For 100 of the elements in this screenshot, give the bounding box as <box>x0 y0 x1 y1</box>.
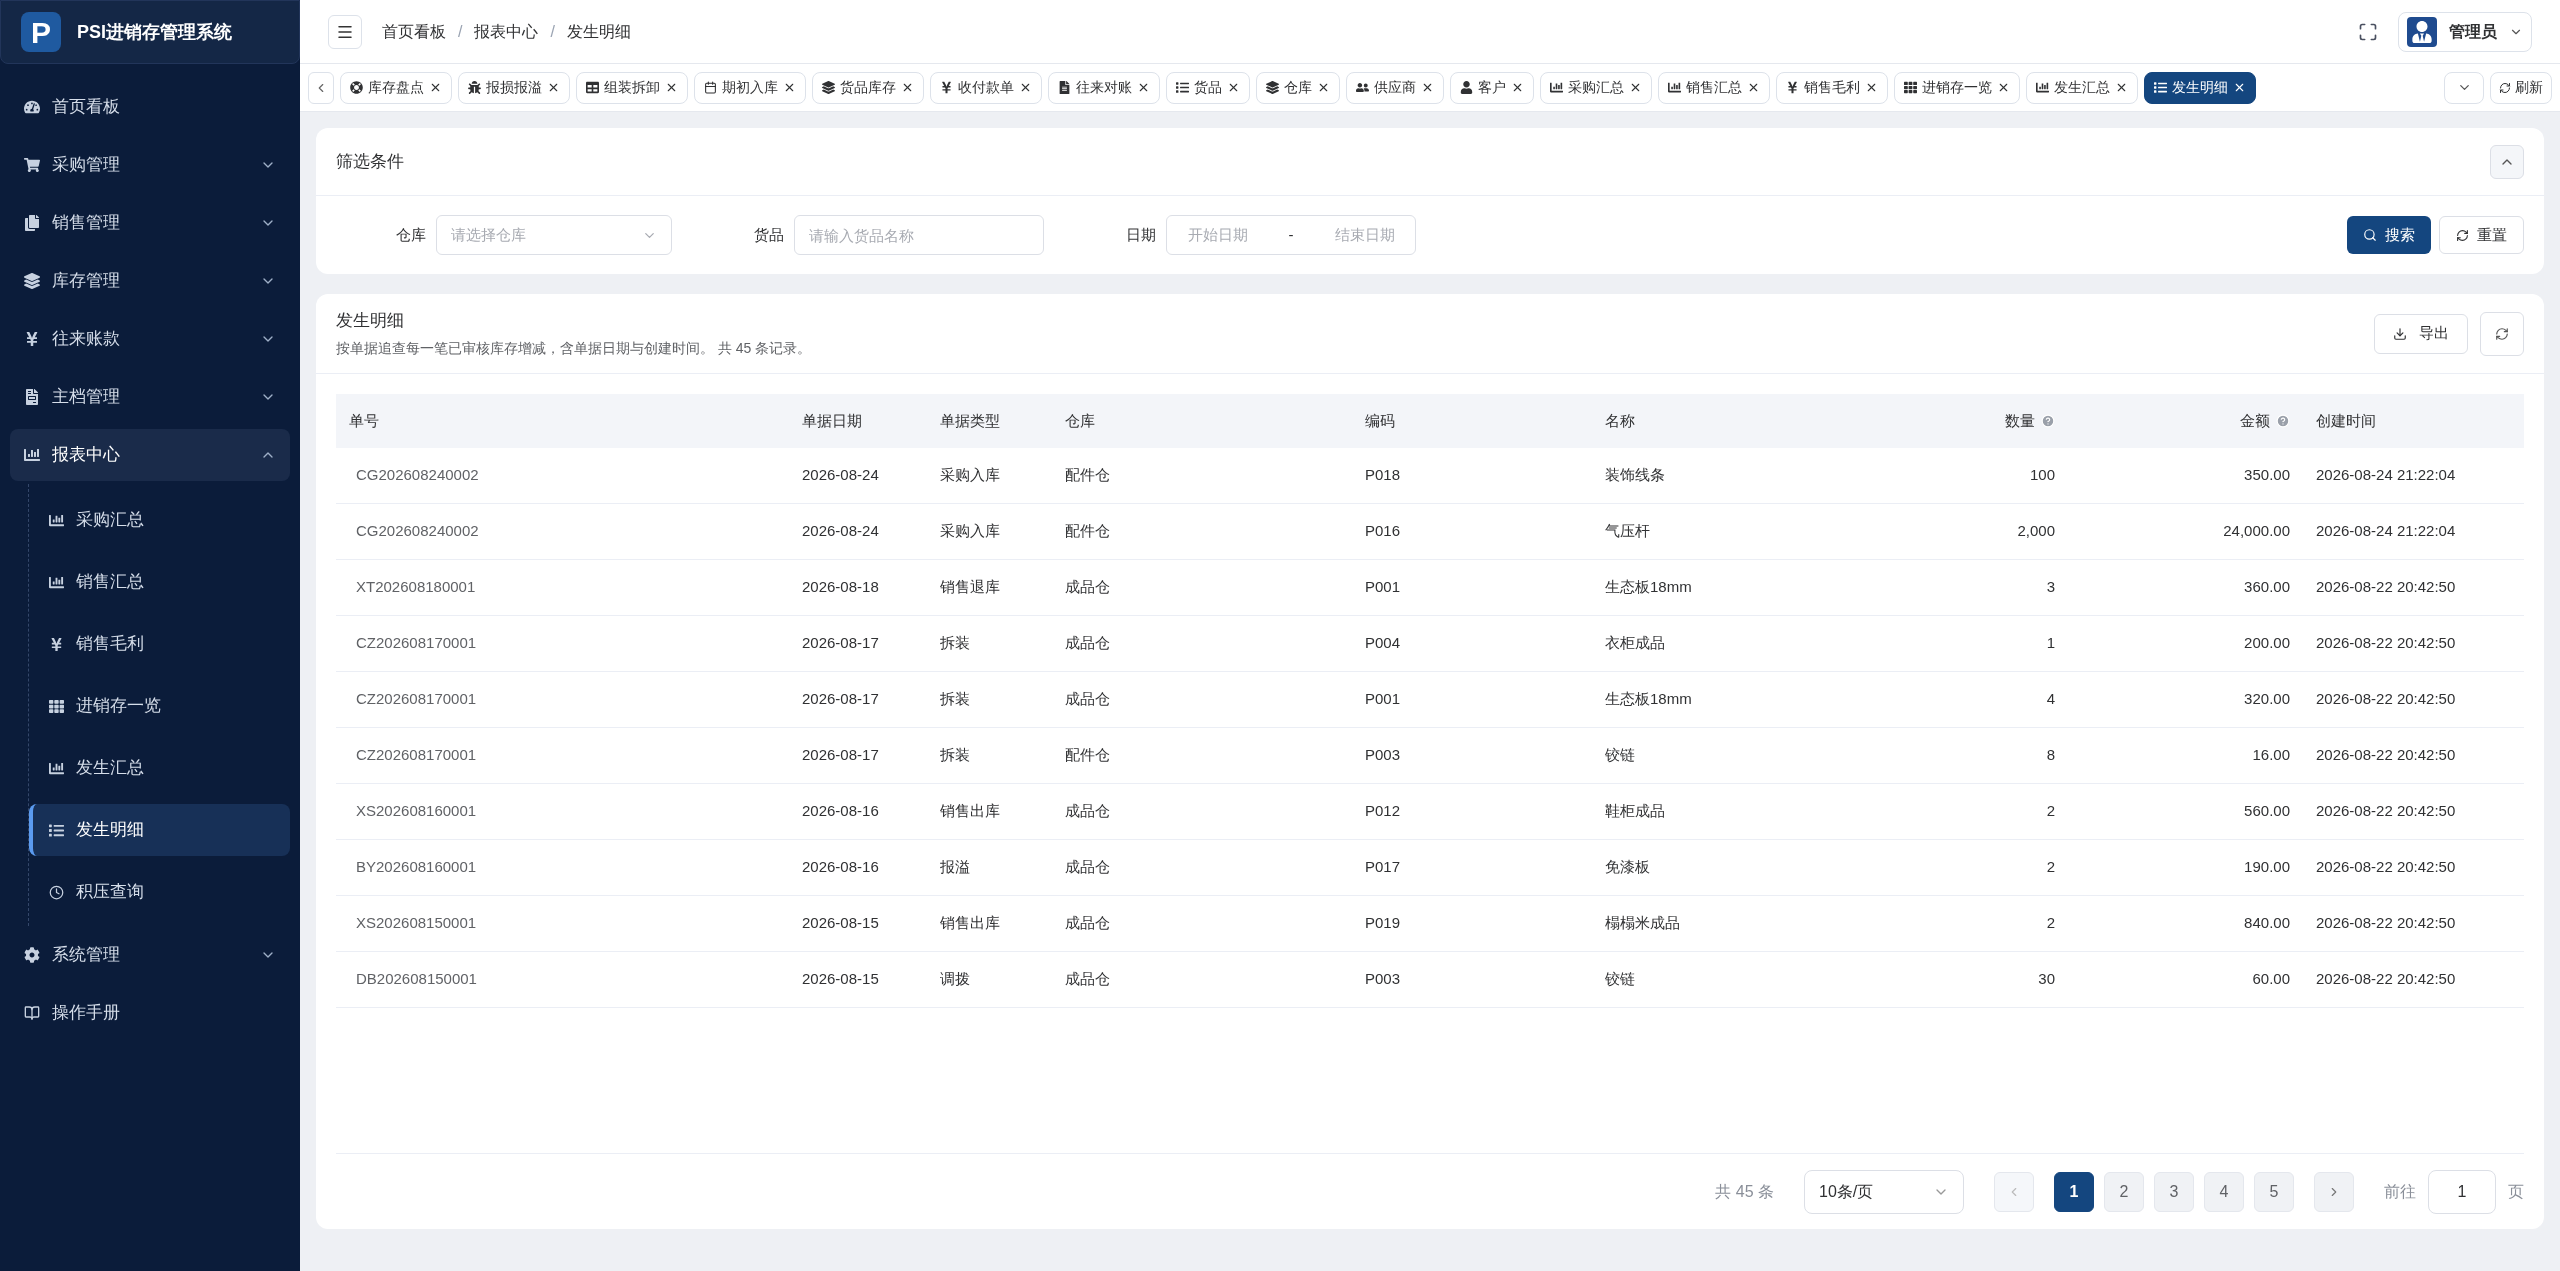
close-icon[interactable] <box>1227 81 1240 94</box>
document-icon <box>1058 81 1071 94</box>
app-title: PSI进销存管理系统 <box>77 20 232 44</box>
page-button[interactable]: 2 <box>2104 1171 2144 1212</box>
sidebar-item[interactable]: 报表中心 <box>10 429 290 481</box>
sidebar-item[interactable]: 采购管理 <box>10 139 290 191</box>
date-range-field[interactable]: 开始日期 - 结束日期 <box>1166 215 1416 255</box>
sidebar-item[interactable]: 系统管理 <box>10 929 290 981</box>
refresh-tab-button[interactable]: 刷新 <box>2490 71 2552 104</box>
close-icon[interactable] <box>1421 81 1434 94</box>
page-tab[interactable]: 收付款单 <box>930 71 1042 104</box>
page-tab[interactable]: 进销存一览 <box>1894 71 2020 104</box>
page-tab[interactable]: 销售汇总 <box>1658 71 1770 104</box>
table-cell-text: 销售出库 <box>940 913 1000 934</box>
page-tab[interactable]: 组装拆卸 <box>576 71 688 104</box>
bar-chart-icon <box>49 512 64 528</box>
page-button[interactable]: 4 <box>2204 1171 2244 1212</box>
table-cell-text: 生态板18mm <box>1605 689 1692 710</box>
page-tab[interactable]: 报损报溢 <box>458 71 570 104</box>
sidebar-subitem[interactable]: 进销存一览 <box>29 680 290 732</box>
close-icon[interactable] <box>901 81 914 94</box>
table-cell-text: 2026-08-22 20:42:50 <box>2316 801 2456 822</box>
page-button[interactable]: 5 <box>2254 1171 2294 1212</box>
close-icon[interactable] <box>2115 81 2128 94</box>
page-tab[interactable]: 供应商 <box>1346 71 1444 104</box>
page-tab[interactable]: 货品 <box>1166 71 1250 104</box>
close-icon[interactable] <box>1317 81 1330 94</box>
sidebar-subitem[interactable]: 积压查询 <box>29 866 290 918</box>
page-tab[interactable]: 采购汇总 <box>1540 71 1652 104</box>
page-tab[interactable]: 客户 <box>1450 71 1534 104</box>
page-tab[interactable]: 销售毛利 <box>1776 71 1888 104</box>
reset-button[interactable]: 重置 <box>2439 216 2524 254</box>
layers-icon <box>24 273 40 289</box>
page-size-select[interactable]: 10条/页 <box>1804 1169 1964 1214</box>
page-button[interactable]: 3 <box>2154 1171 2194 1212</box>
table-cell-text: 采购入库 <box>940 521 1000 542</box>
close-icon[interactable] <box>1019 81 1032 94</box>
breadcrumb-link[interactable]: 报表中心 <box>474 19 539 44</box>
menu-toggle-button[interactable] <box>328 14 362 49</box>
search-button[interactable]: 搜索 <box>2347 216 2431 254</box>
sidebar-item[interactable]: 首页看板 <box>10 81 290 133</box>
bar-chart-icon <box>49 574 64 590</box>
table-cell-text: 8 <box>2046 745 2055 766</box>
breadcrumb-link[interactable]: 首页看板 <box>382 19 446 44</box>
fullscreen-icon[interactable] <box>2358 21 2378 42</box>
card-title: 筛选条件 <box>336 150 405 173</box>
sidebar-item[interactable]: 操作手册 <box>10 987 290 1039</box>
calendar-icon <box>704 81 717 94</box>
refresh-icon <box>2456 228 2469 242</box>
page-tab[interactable]: 仓库 <box>1256 71 1340 104</box>
table-cell-text: CZ202608170001 <box>356 689 477 710</box>
close-icon[interactable] <box>1747 81 1760 94</box>
sidebar-item[interactable]: 库存管理 <box>10 255 290 307</box>
close-icon[interactable] <box>1865 81 1878 94</box>
table-cell-text: 350.00 <box>2244 465 2290 486</box>
table-cell-text: 2 <box>2046 801 2055 822</box>
sidebar-subitem[interactable]: 采购汇总 <box>29 494 290 546</box>
table-cell-text: 成品仓 <box>1065 801 1110 822</box>
table-cell-text: 2026-08-16 <box>802 857 879 878</box>
close-icon[interactable] <box>429 81 442 94</box>
sidebar-item[interactable]: 销售管理 <box>10 197 290 249</box>
help-icon <box>2041 414 2055 428</box>
table-cell-text: 24,000.00 <box>2223 521 2290 542</box>
table-cell-text: 配件仓 <box>1065 465 1110 486</box>
close-icon[interactable] <box>1629 81 1642 94</box>
sidebar-item[interactable]: 主档管理 <box>10 371 290 423</box>
documents-icon <box>24 215 40 231</box>
sidebar-subitem[interactable]: 销售汇总 <box>29 556 290 608</box>
user-menu[interactable]: 管理员 <box>2398 11 2532 52</box>
download-icon <box>2393 326 2407 341</box>
page-tab[interactable]: 发生明细 <box>2144 71 2256 104</box>
close-icon[interactable] <box>1511 81 1524 94</box>
table-cell-text: P003 <box>1365 745 1401 766</box>
page-tab[interactable]: 发生汇总 <box>2026 71 2138 104</box>
table-cell-text: P017 <box>1365 857 1401 878</box>
page-tab[interactable]: 库存盘点 <box>340 71 452 104</box>
export-button[interactable]: 导出 <box>2374 313 2468 354</box>
page-tab[interactable]: 往来对账 <box>1048 71 1160 104</box>
sidebar-subitem[interactable]: 发生明细 <box>29 804 290 856</box>
breadcrumb-separator: / <box>550 21 555 42</box>
close-icon[interactable] <box>1137 81 1150 94</box>
close-icon[interactable] <box>783 81 796 94</box>
close-icon[interactable] <box>2233 81 2246 94</box>
goods-input-field[interactable]: 请输入货品名称 <box>794 215 1044 255</box>
sidebar-item[interactable]: 往来账款 <box>10 313 290 365</box>
table-cell-text: P001 <box>1365 689 1401 710</box>
goto-label: 前往 <box>2384 1181 2416 1202</box>
table-cell-text: DB202608150001 <box>356 969 477 990</box>
sidebar-subitem[interactable]: 发生汇总 <box>29 742 290 794</box>
table-cell-text: 拆装 <box>940 633 970 654</box>
goto-page-input[interactable]: 1 <box>2428 1169 2496 1214</box>
close-icon[interactable] <box>665 81 678 94</box>
page-tab[interactable]: 期初入库 <box>694 71 806 104</box>
layers-icon <box>1266 81 1279 94</box>
sidebar-subitem[interactable]: 销售毛利 <box>29 618 290 670</box>
close-icon[interactable] <box>547 81 560 94</box>
close-icon[interactable] <box>1997 81 2010 94</box>
breadcrumb-link[interactable]: 发生明细 <box>566 19 631 44</box>
page-button[interactable]: 1 <box>2054 1171 2094 1212</box>
page-tab[interactable]: 货品库存 <box>812 71 924 104</box>
